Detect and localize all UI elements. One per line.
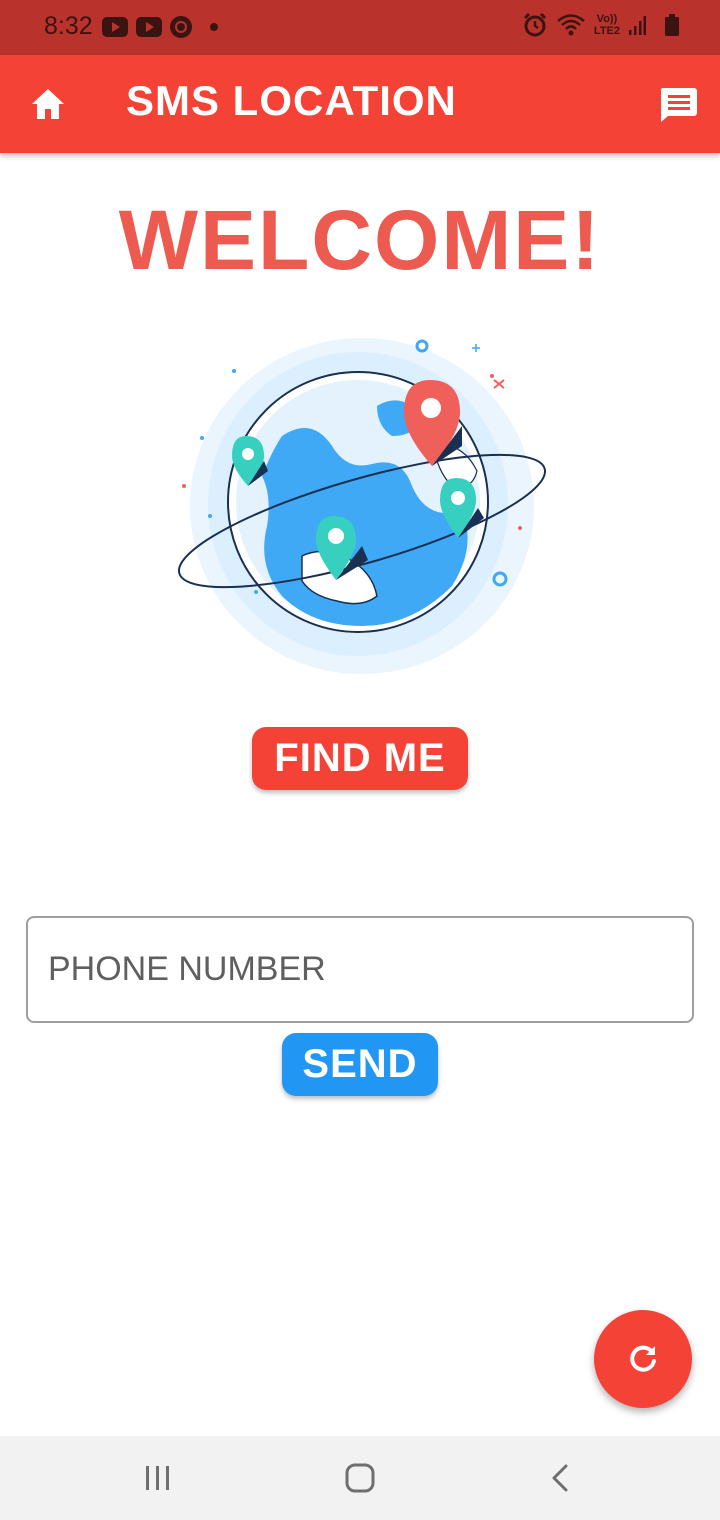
navigation-bar: [0, 1436, 720, 1520]
signal-icon: [629, 16, 646, 35]
recents-icon[interactable]: [140, 1462, 176, 1494]
network-label-bottom: LTE2: [593, 25, 620, 37]
app-title: SMS LOCATION: [126, 77, 457, 124]
status-time: 8:32: [44, 12, 93, 40]
welcome-heading: WELCOME!: [118, 193, 602, 287]
find-me-button[interactable]: FIND ME: [252, 727, 468, 790]
battery-icon: [665, 14, 679, 36]
back-icon[interactable]: [546, 1460, 576, 1496]
youtube-icon: [102, 17, 128, 37]
refresh-fab[interactable]: [594, 1310, 692, 1408]
status-system-icons: Vo)) LTE2: [522, 12, 680, 38]
phone-number-field[interactable]: [26, 916, 694, 1023]
home-button[interactable]: [28, 85, 68, 123]
notification-dot-icon: [210, 23, 218, 31]
send-button[interactable]: SEND: [282, 1033, 438, 1096]
status-bar: 8:32 Vo)) LTE2: [0, 0, 720, 55]
status-notification-icons: [102, 16, 218, 38]
home-icon: [32, 89, 64, 119]
message-button[interactable]: [658, 85, 698, 123]
phone-number-input[interactable]: [28, 918, 692, 1021]
volte-lte2-icon: Vo)) LTE2: [594, 13, 620, 37]
globe-illustration: [177, 338, 547, 674]
chrome-icon: [170, 16, 192, 38]
app-bar: SMS LOCATION: [0, 55, 720, 153]
home-nav-icon[interactable]: [340, 1460, 380, 1496]
wifi-icon: [557, 14, 585, 36]
alarm-icon: [523, 12, 546, 37]
message-icon: [660, 88, 697, 122]
network-label-top: Vo)): [596, 13, 618, 25]
youtube-icon: [136, 17, 162, 37]
refresh-icon: [630, 1345, 656, 1372]
